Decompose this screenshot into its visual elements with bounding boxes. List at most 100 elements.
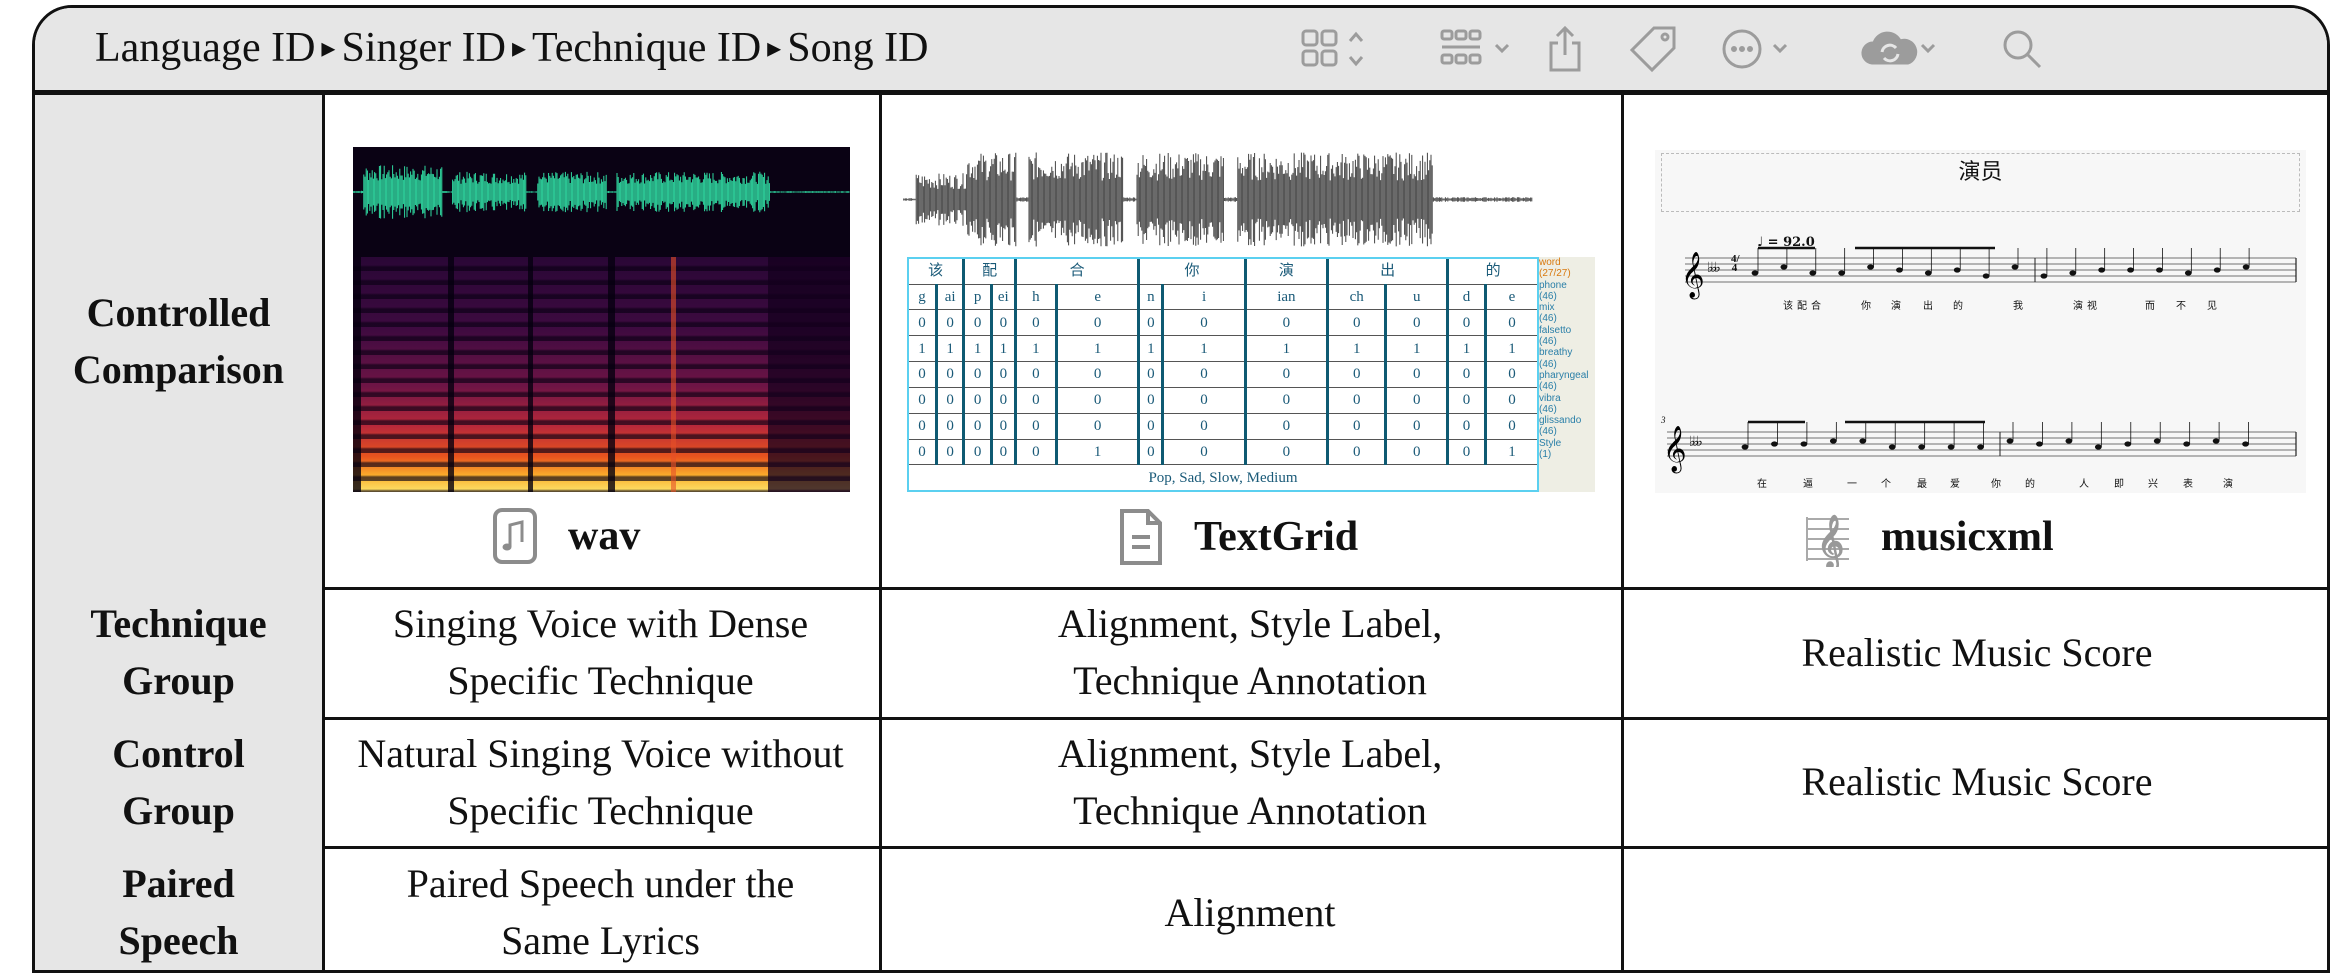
tier-name[interactable]: glissando bbox=[1539, 415, 1595, 426]
format-wav-label: wav bbox=[568, 513, 641, 559]
title-bar: Language ID ▸ Singer ID ▸ Technique ID ▸ Song … bbox=[35, 8, 2327, 95]
lyric-syllable: 我 bbox=[2013, 301, 2023, 312]
format-textgrid-label: TextGrid bbox=[1194, 514, 1359, 560]
note-head bbox=[1838, 270, 1846, 276]
tier-name[interactable]: vibra bbox=[1539, 393, 1595, 404]
breadcrumb-song-id[interactable]: Song ID bbox=[787, 25, 928, 71]
cloud-sync-button[interactable] bbox=[1860, 24, 1950, 74]
note-head bbox=[1953, 267, 1961, 273]
technique-value: 0 bbox=[989, 361, 1016, 388]
group-by-icon bbox=[1440, 29, 1510, 65]
grid-view-icon bbox=[1301, 29, 1364, 67]
word-interval: 的 bbox=[1446, 259, 1537, 285]
spectrogram-silence bbox=[448, 257, 454, 492]
technique-tier-row: 0000010000001 bbox=[909, 439, 1537, 466]
note-head bbox=[1771, 441, 1778, 447]
word-interval: 你 bbox=[1137, 259, 1246, 285]
tag-button[interactable] bbox=[1630, 24, 1678, 74]
tier-count: (46) bbox=[1539, 426, 1557, 438]
treble-clef-icon: 𝄞 bbox=[1806, 514, 1849, 567]
style-label: Pop, Sad, Slow, Medium bbox=[1148, 469, 1298, 486]
speech-wav-desc: Paired Speech under the Same Lyrics bbox=[322, 846, 882, 970]
phone-interval: ei bbox=[989, 284, 1016, 311]
technique-value: 0 bbox=[1483, 387, 1537, 414]
technique-value: 0 bbox=[1446, 439, 1486, 466]
phone-interval: i bbox=[1161, 284, 1246, 311]
technique-value: 0 bbox=[962, 309, 992, 337]
technique-value: 0 bbox=[962, 413, 992, 440]
phone-interval: ch bbox=[1326, 284, 1386, 311]
technique-value: 1 bbox=[1384, 335, 1448, 363]
breadcrumb: Language ID ▸ Singer ID ▸ Technique ID ▸ Song … bbox=[95, 24, 928, 72]
phone-interval: u bbox=[1384, 284, 1448, 311]
lyric-syllable: 兴 bbox=[2148, 479, 2158, 490]
lyric-syllable: 不 bbox=[2176, 301, 2186, 312]
technique-value: 0 bbox=[1243, 439, 1328, 466]
technique-value: 1 bbox=[909, 335, 937, 363]
technique-value: 1 bbox=[1446, 335, 1486, 363]
grid-view-button[interactable] bbox=[1300, 24, 1370, 74]
search-button[interactable] bbox=[2000, 24, 2044, 74]
technique-value: 1 bbox=[1137, 335, 1163, 363]
lyric-syllable: 演 bbox=[2223, 479, 2233, 490]
technique-value: 0 bbox=[1161, 387, 1246, 414]
phone-interval: h bbox=[1013, 284, 1057, 311]
music-score-image: 演员 ♩ = 92.0 𝄞 ♭♭♭ 𝄞 ♭♭♭ 4/4 3 该配合你演出的我演视而不见… bbox=[1655, 150, 2306, 493]
phone-interval: d bbox=[1446, 284, 1486, 311]
waveform-path bbox=[353, 165, 850, 219]
share-button[interactable] bbox=[1545, 24, 1585, 74]
spectrogram-onset bbox=[671, 257, 676, 492]
tier-name[interactable]: mix bbox=[1539, 302, 1595, 313]
technique-value: 0 bbox=[1013, 387, 1057, 414]
lyric-syllable: 人 bbox=[2079, 479, 2089, 490]
technique-value: 0 bbox=[1326, 439, 1386, 466]
lyric-syllable: 你 bbox=[1991, 479, 2001, 490]
tier-name[interactable]: Style bbox=[1539, 438, 1595, 449]
textgrid-table: 该配合你演出的 g ai p ei h e n i ian ch u d e 0 0 0 0 0 0 0 0 0 0 0 0 0 1 1… bbox=[907, 257, 1539, 492]
note-head bbox=[2011, 264, 2019, 270]
row-header-technique-group: Technique Group bbox=[35, 587, 325, 720]
staff-notation: 𝄞 ♭♭♭𝄞 ♭♭♭ bbox=[1663, 246, 2297, 474]
control-textgrid-desc: Alignment, Style Label, Technique Annota… bbox=[879, 717, 1624, 849]
technique-value: 0 bbox=[962, 387, 992, 414]
tier-name[interactable]: word bbox=[1539, 257, 1595, 268]
tier-name[interactable]: pharyngeal bbox=[1539, 370, 1595, 381]
note-head bbox=[2127, 267, 2134, 273]
breadcrumb-singer-id[interactable]: Singer ID bbox=[341, 25, 505, 71]
phone-interval: e bbox=[1483, 284, 1537, 311]
note-head bbox=[1896, 267, 1903, 273]
note-head bbox=[2094, 444, 2102, 450]
group-by-button[interactable] bbox=[1440, 24, 1520, 74]
phone-tier-row: g ai p ei h e n i ian ch u d e bbox=[909, 284, 1537, 311]
technique-value: 0 bbox=[1013, 413, 1057, 440]
tier-count: (46) bbox=[1539, 336, 1557, 348]
technique-value: 0 bbox=[934, 309, 964, 337]
treble-clef: 𝄞 bbox=[1681, 252, 1705, 300]
comparison-table: Controlled Comparison wav 该配合你演出的 g ai p ei h… bbox=[35, 95, 2327, 970]
technique-value: 0 bbox=[909, 439, 937, 466]
note-head bbox=[1867, 264, 1874, 270]
technique-value: 0 bbox=[989, 387, 1016, 414]
breadcrumb-technique-id[interactable]: Technique ID bbox=[532, 25, 761, 71]
tier-name[interactable]: falsetto bbox=[1539, 325, 1595, 336]
technique-value: 0 bbox=[909, 361, 937, 388]
technique-value: 1 bbox=[1483, 335, 1537, 363]
lyric-syllable: 的 bbox=[2025, 479, 2035, 490]
technique-value: 0 bbox=[1137, 361, 1163, 388]
key-signature-flats: ♭♭♭ bbox=[1689, 434, 1702, 450]
technique-value: 1 bbox=[934, 335, 964, 363]
more-button[interactable] bbox=[1720, 24, 1800, 74]
textgrid-tier-list: word (27/27) phone (46) mix (46) falsetto (46) b… bbox=[1539, 257, 1595, 492]
finder-window: Language ID ▸ Singer ID ▸ Technique ID ▸ Song … bbox=[32, 5, 2330, 973]
document-icon bbox=[1120, 509, 1162, 565]
tier-count: (46) bbox=[1539, 381, 1557, 393]
spectrogram-image bbox=[353, 147, 850, 492]
tier-name[interactable]: breathy bbox=[1539, 347, 1595, 358]
technique-value: 0 bbox=[909, 413, 937, 440]
note-head bbox=[2036, 441, 2043, 447]
format-label-textgrid: TextGrid bbox=[1118, 507, 1358, 567]
tier-name[interactable]: phone bbox=[1539, 280, 1595, 291]
breadcrumb-language-id[interactable]: Language ID bbox=[95, 25, 315, 71]
phone-interval: p bbox=[962, 284, 992, 311]
spectrogram-silence bbox=[528, 257, 533, 492]
